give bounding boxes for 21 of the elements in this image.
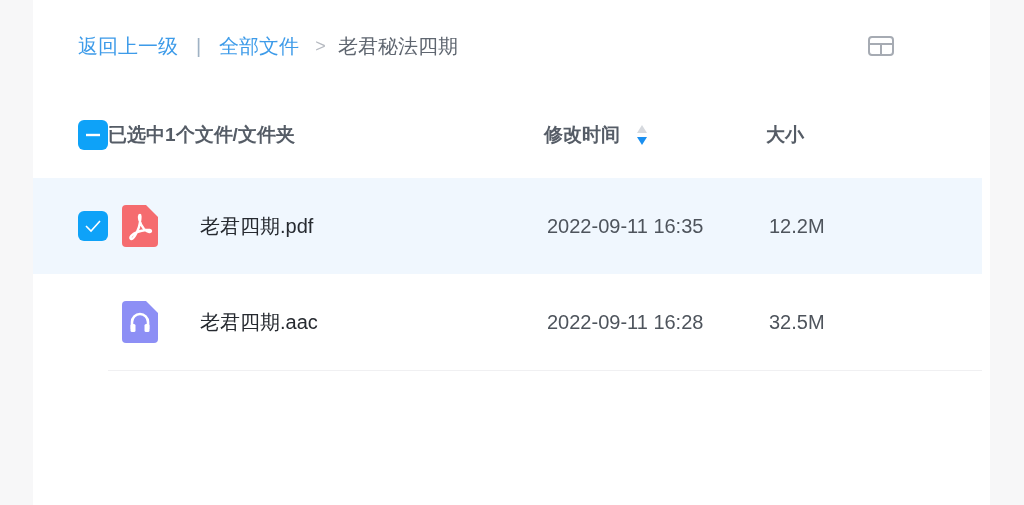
checkbox[interactable] — [78, 211, 108, 241]
current-folder: 老君秘法四期 — [337, 33, 458, 59]
minus-icon — [86, 133, 100, 137]
grid-view-icon[interactable] — [868, 36, 894, 56]
pdf-file-icon — [122, 205, 158, 247]
sort-icon[interactable] — [636, 124, 648, 146]
column-header[interactable]: 修改时间 — [544, 122, 620, 148]
modified-time: 2022-09-11 16:35 — [547, 214, 705, 238]
separator: | — [196, 34, 202, 58]
file-size: 32.5M — [769, 310, 825, 334]
checkbox[interactable] — [78, 120, 108, 150]
file-size: 12.2M — [769, 214, 825, 238]
selection-count: 已选中1个文件/文件夹 — [108, 123, 296, 147]
file-name[interactable]: 老君四期.pdf — [200, 212, 547, 240]
breadcrumb-arrow: > — [315, 35, 326, 57]
headphones-file-icon — [122, 301, 158, 343]
check-icon — [84, 219, 102, 233]
selected-row[interactable]: 老君四期.pdf 2022-09-11 16:35 12.2M — [33, 178, 982, 274]
column-header[interactable]: 大小 — [766, 122, 804, 148]
file-name[interactable]: 老君四期.aac — [200, 308, 547, 336]
modified-time: 2022-09-11 16:28 — [547, 310, 705, 334]
